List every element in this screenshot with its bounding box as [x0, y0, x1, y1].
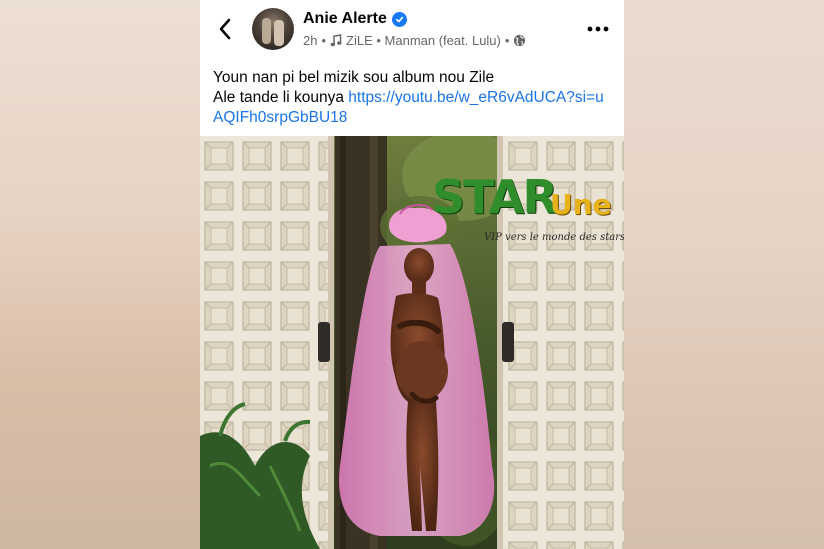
background-blur-right [624, 0, 824, 549]
globe-icon[interactable] [513, 34, 526, 47]
chevron-left-icon [219, 18, 231, 40]
starune-watermark: STAR Une VIP vers le monde des stars [432, 170, 624, 252]
back-button[interactable] [214, 16, 236, 42]
caption-line-2: Ale tande li kounya https://youtu.be/w_e… [213, 88, 613, 128]
caption-line-2-text: Ale tande li kounya [213, 89, 349, 106]
meta-separator: • [321, 33, 327, 48]
caption-line-1: Youn nan pi bel mizik sou album nou Zile [213, 69, 495, 86]
watermark-tagline: VIP vers le monde des stars [484, 232, 624, 243]
author-name[interactable]: Anie Alerte [303, 10, 387, 28]
post-timestamp[interactable]: 2h [303, 33, 317, 48]
post-header: Anie Alerte 2h • ZiLE • Manman (feat. Lu… [200, 0, 624, 58]
watermark-star-text: STAR [432, 170, 558, 224]
background-blur-left [0, 0, 200, 549]
post-caption: Youn nan pi bel mizik sou album nou Zile… [213, 68, 613, 128]
post-photo[interactable]: STAR Une VIP vers le monde des stars [200, 136, 624, 549]
music-note-icon [330, 34, 342, 47]
more-horizontal-icon [587, 26, 609, 32]
more-options-button[interactable] [586, 18, 610, 40]
verified-badge-icon [391, 11, 407, 27]
watermark-une-text: Une [550, 188, 612, 221]
music-track[interactable]: ZiLE • Manman (feat. Lulu) [346, 33, 501, 48]
meta-separator-2: • [504, 33, 510, 48]
author-avatar[interactable] [252, 8, 294, 50]
facebook-post: Anie Alerte 2h • ZiLE • Manman (feat. Lu… [200, 0, 624, 549]
author-name-row[interactable]: Anie Alerte [303, 10, 407, 28]
post-meta: 2h • ZiLE • Manman (feat. Lulu) • [303, 33, 526, 48]
